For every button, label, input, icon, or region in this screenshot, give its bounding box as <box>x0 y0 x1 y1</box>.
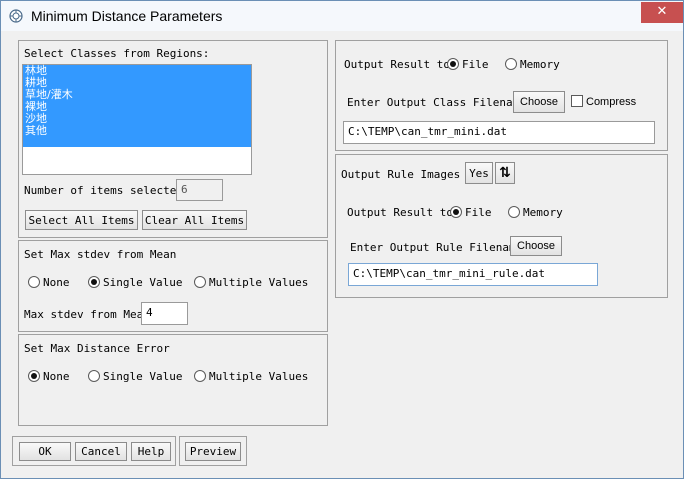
output-rule-choose-button[interactable]: Choose <box>510 236 562 256</box>
compress-checkbox[interactable] <box>571 95 583 107</box>
help-button[interactable]: Help <box>131 442 171 461</box>
output-class-choose-button[interactable]: Choose <box>513 91 565 113</box>
list-selection-fill <box>23 137 251 147</box>
list-item[interactable]: 林地 <box>23 65 251 77</box>
list-item[interactable]: 草地/灌木 <box>23 89 251 101</box>
dialog-body: Select Classes from Regions: 林地 耕地 草地/灌木… <box>9 32 677 472</box>
preview-button-group: Preview <box>179 436 247 466</box>
app-icon <box>9 9 23 23</box>
output-rule-label: Output Result to <box>347 206 453 219</box>
select-all-button[interactable]: Select All Items <box>25 210 138 230</box>
rule-images-toggle[interactable]: Yes <box>465 162 493 184</box>
output-rule-memory-label: Memory <box>523 206 563 219</box>
output-class-filename-input[interactable]: C:\TEMP\can_tmr_mini.dat <box>343 121 655 144</box>
output-class-file-radio[interactable] <box>447 58 459 70</box>
compress-label: Compress <box>586 96 637 108</box>
output-class-label: Output Result to <box>344 58 450 71</box>
distance-none-label: None <box>43 370 70 383</box>
distance-multiple-label: Multiple Values <box>209 370 309 383</box>
preview-button[interactable]: Preview <box>185 442 241 461</box>
distance-multiple-radio[interactable] <box>194 370 206 382</box>
stdev-none-label: None <box>43 276 70 289</box>
window-title: Minimum Distance Parameters <box>31 8 223 24</box>
output-class-memory-radio[interactable] <box>505 58 517 70</box>
list-item[interactable]: 其他 <box>23 125 251 137</box>
stdev-value-input[interactable]: 4 <box>141 302 188 325</box>
distance-none-radio[interactable] <box>28 370 40 382</box>
close-button[interactable]: ✕ <box>641 2 683 23</box>
distance-single-label: Single Value <box>103 370 183 383</box>
ok-button[interactable]: OK <box>19 442 71 461</box>
stdev-multiple-radio[interactable] <box>194 276 206 288</box>
stdev-single-label: Single Value <box>103 276 183 289</box>
items-selected-count: 6 <box>176 179 223 201</box>
output-rule-file-radio[interactable] <box>450 206 462 218</box>
swap-arrows-icon: ⇅ <box>499 165 511 181</box>
output-rule-file-label: File <box>465 206 492 219</box>
stdev-single-radio[interactable] <box>88 276 100 288</box>
class-listbox[interactable]: 林地 耕地 草地/灌木 裸地 沙地 其他 <box>22 64 252 175</box>
stdev-panel: Set Max stdev from Mean None Single Valu… <box>18 240 328 332</box>
stdev-value-label: Max stdev from Mean <box>24 308 150 321</box>
dialog-window: Minimum Distance Parameters ✕ Select Cla… <box>0 0 684 479</box>
output-class-file-label: File <box>462 58 489 71</box>
stdev-heading: Set Max stdev from Mean <box>24 248 177 261</box>
distance-single-radio[interactable] <box>88 370 100 382</box>
list-item[interactable]: 裸地 <box>23 101 251 113</box>
output-rule-memory-radio[interactable] <box>508 206 520 218</box>
clear-all-button[interactable]: Clear All Items <box>142 210 247 230</box>
rule-images-label: Output Rule Images ? <box>341 168 474 181</box>
stdev-multiple-label: Multiple Values <box>209 276 309 289</box>
cancel-button[interactable]: Cancel <box>75 442 127 461</box>
rule-images-switch-button[interactable]: ⇅ <box>495 162 515 184</box>
distance-panel: Set Max Distance Error None Single Value… <box>18 334 328 426</box>
title-bar: Minimum Distance Parameters ✕ <box>1 1 683 31</box>
distance-heading: Set Max Distance Error <box>24 342 170 355</box>
output-rule-filename-label: Enter Output Rule Filename <box>350 241 523 254</box>
output-class-memory-label: Memory <box>520 58 560 71</box>
stdev-none-radio[interactable] <box>28 276 40 288</box>
action-button-group: OK Cancel Help <box>12 436 176 466</box>
classes-heading: Select Classes from Regions: <box>24 47 210 60</box>
close-icon: ✕ <box>656 4 668 19</box>
output-class-filename-label: Enter Output Class Filename <box>347 96 526 109</box>
list-item[interactable]: 沙地 <box>23 113 251 125</box>
items-selected-label: Number of items selected: <box>24 184 190 197</box>
output-class-panel: Output Result to File Memory Enter Outpu… <box>335 40 668 151</box>
output-rule-filename-input[interactable]: C:\TEMP\can_tmr_mini_rule.dat <box>348 263 598 286</box>
output-rule-panel: Output Rule Images ? Yes ⇅ Output Result… <box>335 154 668 298</box>
classes-panel: Select Classes from Regions: 林地 耕地 草地/灌木… <box>18 40 328 238</box>
